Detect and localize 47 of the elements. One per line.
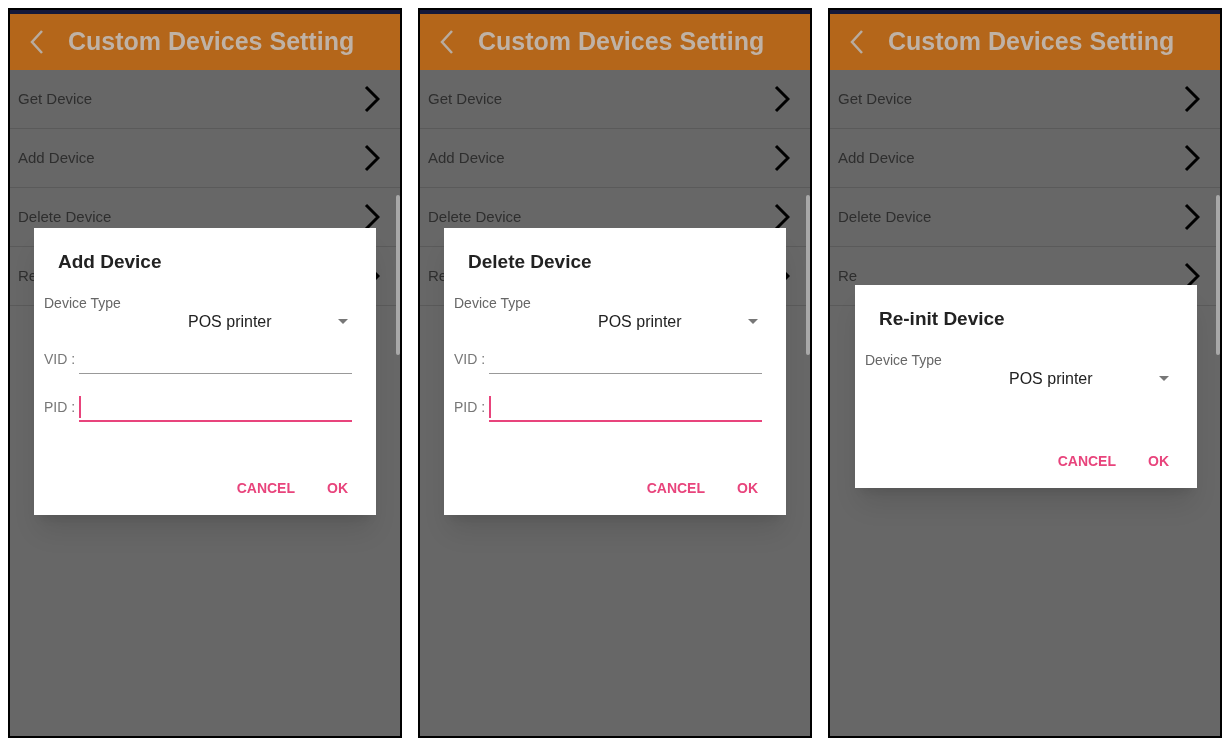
menu-item[interactable]: Add Device [10,129,400,188]
dialog-button[interactable]: OK [327,477,348,499]
header-title: Custom Devices Setting [478,26,765,58]
dialog-button[interactable]: CANCEL [236,477,295,499]
text-cursor-icon [79,395,82,418]
input-field[interactable] [489,393,762,422]
scrollbar-icon [1216,195,1220,355]
header-title: Custom Devices Setting [68,26,355,58]
chevron-right-icon [1184,203,1200,231]
dropdown-arrow-icon [1159,376,1169,381]
dialog-title: Add Device [58,250,163,274]
menu-item[interactable]: Add Device [830,129,1220,188]
chevron-right-icon [1184,144,1200,172]
chevron-right-icon [774,203,790,231]
chevron-right-icon [364,203,380,231]
device-type-label: Device Type [865,350,943,370]
scrollbar-icon [806,195,810,355]
chevron-right-icon [1184,85,1200,113]
field-label: PID : [454,397,486,417]
back-icon[interactable] [850,29,864,55]
header-title: Custom Devices Setting [888,26,1175,58]
chevron-right-icon [364,85,380,113]
input-field[interactable] [79,393,352,422]
field-label: VID : [44,349,76,369]
menu-item[interactable]: Get Device [830,70,1220,129]
menu-item[interactable]: Get Device [10,70,400,129]
device-type-label: Device Type [44,293,122,313]
back-icon[interactable] [30,29,44,55]
dropdown-arrow-icon [338,319,348,324]
menu-item[interactable]: Get Device [420,70,810,129]
dialog-button[interactable]: CANCEL [1057,450,1116,472]
dialog-button[interactable]: CANCEL [646,477,705,499]
dialog-button[interactable]: OK [1148,450,1169,472]
chevron-right-icon [364,144,380,172]
dialog-title: Re-init Device [879,307,1006,331]
dialog-button[interactable]: OK [737,477,758,499]
chevron-right-icon [774,144,790,172]
text-cursor-icon [489,395,492,418]
dropdown-arrow-icon [748,319,758,324]
menu-item[interactable]: Add Device [420,129,810,188]
device-type-label: Device Type [454,293,532,313]
chevron-right-icon [774,85,790,113]
scrollbar-icon [396,195,400,355]
back-icon[interactable] [440,29,454,55]
field-label: PID : [44,397,76,417]
field-label: VID : [454,349,486,369]
dialog-title: Delete Device [468,250,593,274]
